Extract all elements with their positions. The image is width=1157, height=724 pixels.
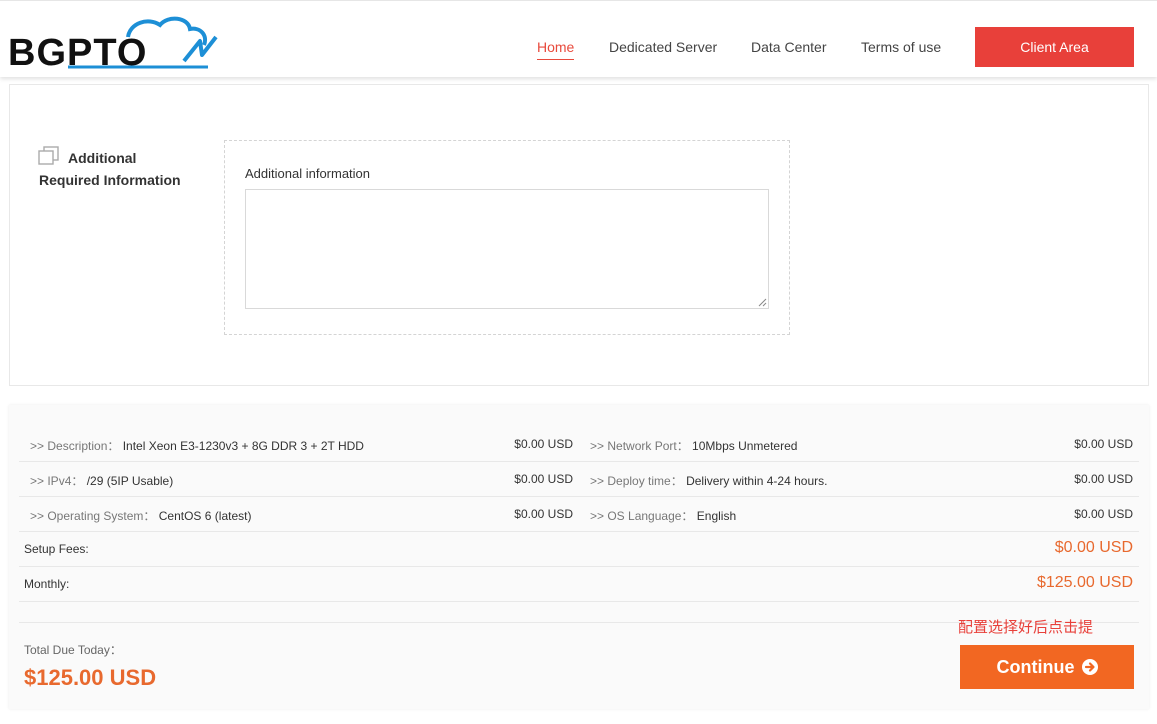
summary-network-port: >> Network Port： 10Mbps Unmetered [590, 439, 798, 453]
total-due-value: $125.00 USD [24, 665, 157, 690]
summary-operating-system: >> Operating System： CentOS 6 (latest) [30, 509, 252, 523]
summary-operating-system-price: $0.00 USD [514, 507, 573, 521]
row-divider [19, 601, 1139, 602]
summary-description: >> Description： Intel Xeon E3-1230v3 + 8… [30, 439, 364, 453]
nav-terms-of-use[interactable]: Terms of use [861, 39, 941, 55]
nav-data-center[interactable]: Data Center [751, 39, 826, 55]
svg-text:BGPTO: BGPTO [8, 32, 147, 71]
additional-info-textarea[interactable] [245, 189, 769, 309]
summary-network-port-price: $0.00 USD [1074, 437, 1133, 451]
summary-os-language-price: $0.00 USD [1074, 507, 1133, 521]
summary-ipv4: >> IPv4： /29 (5IP Usable) [30, 474, 174, 488]
row-divider [19, 531, 1139, 532]
bgpto-logo[interactable]: BGPTO [8, 15, 222, 71]
additional-info-label: Additional information [245, 166, 371, 181]
setup-fees-label: Setup Fees: [24, 542, 89, 556]
summary-os-language: >> OS Language： English [590, 509, 737, 523]
monthly-label: Monthly: [24, 577, 70, 591]
nav-home[interactable]: Home [537, 39, 575, 60]
continue-button[interactable]: Continue [960, 645, 1134, 689]
site-header: BGPTO Home Dedicated Server Data Center … [0, 0, 1157, 77]
total-due-label: Total Due Today： [24, 643, 122, 657]
summary-deploy-time: >> Deploy time： Delivery within 4-24 hou… [590, 474, 828, 488]
additional-title-line2: Required Information [39, 172, 181, 188]
additional-title-line1: Additional [68, 150, 137, 166]
resize-grip-icon[interactable] [757, 297, 767, 307]
row-divider [19, 461, 1139, 462]
summary-ipv4-price: $0.00 USD [514, 472, 573, 486]
client-area-button[interactable]: Client Area [975, 27, 1134, 67]
summary-deploy-time-price: $0.00 USD [1074, 472, 1133, 486]
monthly-value: $125.00 USD [1036, 574, 1133, 591]
nav-dedicated-server[interactable]: Dedicated Server [609, 39, 717, 55]
arrow-circle-right-icon [1081, 659, 1098, 675]
row-divider [19, 496, 1139, 497]
continue-label: Continue [996, 656, 1075, 677]
copy-icon [38, 146, 59, 165]
row-divider [19, 566, 1139, 567]
summary-description-price: $0.00 USD [514, 437, 573, 451]
setup-fees-value: $0.00 USD [1054, 539, 1133, 556]
annotation-hint: 配置选择好后点击提 [958, 619, 1094, 636]
